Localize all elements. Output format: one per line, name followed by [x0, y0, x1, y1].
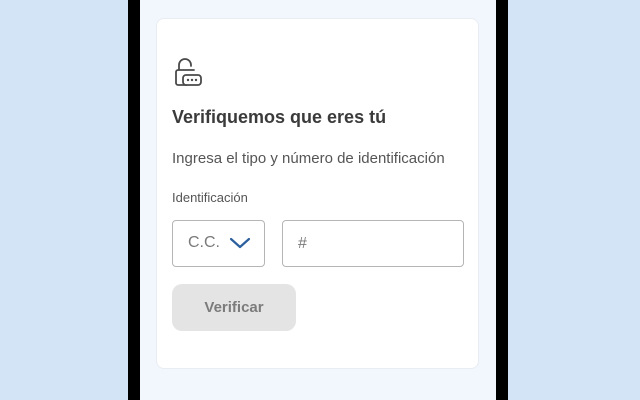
- page-subtitle: Ingresa el tipo y número de identificaci…: [172, 150, 445, 167]
- lock-open-password-icon: [175, 58, 202, 86]
- id-type-select[interactable]: C.C.: [172, 220, 265, 267]
- id-number-input[interactable]: [282, 220, 464, 267]
- page-title: Verifiquemos que eres tú: [172, 107, 387, 127]
- identification-label: Identificación: [172, 190, 248, 205]
- stage: Verifiquemos que eres tú Ingresa el tipo…: [0, 0, 640, 400]
- id-type-value: C.C.: [188, 234, 220, 251]
- chevron-down-icon: [229, 237, 251, 249]
- verify-button[interactable]: Verificar: [172, 284, 296, 331]
